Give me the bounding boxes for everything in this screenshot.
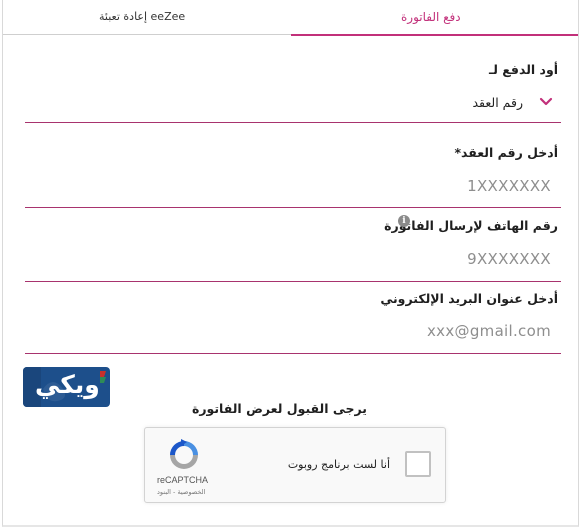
captcha-instruction: يرجى القبول لعرض الفاتورة (191, 401, 367, 416)
contract-number-placeholder: 1XXXXXXX (467, 177, 551, 195)
phone-placeholder: 9XXXXXXX (467, 250, 551, 268)
tab-eezee-refill-label: إعادة تعبئة eeZee (99, 10, 186, 23)
contract-number-input[interactable]: 1XXXXXXX (25, 166, 561, 206)
phone-input[interactable]: 9XXXXXXX (25, 242, 561, 280)
pay-for-underline (25, 122, 561, 123)
tab-eezee-refill[interactable]: إعادة تعبئة eeZee (3, 0, 291, 35)
tab-bar: إعادة تعبئة eeZee دفع الفاتورة (3, 0, 578, 36)
email-underline (25, 353, 561, 354)
phone-underline (25, 281, 561, 282)
captcha-checkbox-label: أنا لست برنامج روبوت (287, 458, 390, 471)
contract-number-underline (25, 207, 561, 208)
pay-for-select[interactable]: رقم العقد (25, 84, 561, 122)
email-label: أدخل عنوان البريد الإلكتروني (380, 291, 558, 306)
tab-pay-bill-label: دفع الفاتورة (401, 10, 461, 24)
pay-for-selected-value: رقم العقد (472, 95, 523, 110)
contract-number-label: أدخل رقم العقد* (454, 145, 558, 160)
info-icon[interactable]: i (398, 215, 410, 227)
captcha-checkbox[interactable] (405, 451, 431, 477)
weekee-logo-text: ويكي (35, 370, 101, 399)
recaptcha-brand: reCAPTCHA (157, 475, 209, 485)
recaptcha-privacy-terms[interactable]: الخصوصية - البنود (157, 488, 205, 496)
email-placeholder: xxx@gmail.com (427, 322, 551, 340)
email-input[interactable]: xxx@gmail.com (25, 314, 561, 352)
payment-panel: إعادة تعبئة eeZee دفع الفاتورة أود الدفع… (2, 0, 579, 527)
chevron-down-icon[interactable] (539, 97, 553, 107)
recaptcha-icon (170, 439, 198, 469)
recaptcha-widget: reCAPTCHA الخصوصية - البنود أنا لست برنا… (144, 427, 446, 503)
tab-pay-bill[interactable]: دفع الفاتورة (291, 0, 578, 36)
weekee-logo: ويكي (23, 367, 110, 407)
pay-for-label: أود الدفع لـ (488, 62, 558, 77)
phone-label: رقم الهاتف لإرسال الفاتورة (384, 218, 558, 233)
